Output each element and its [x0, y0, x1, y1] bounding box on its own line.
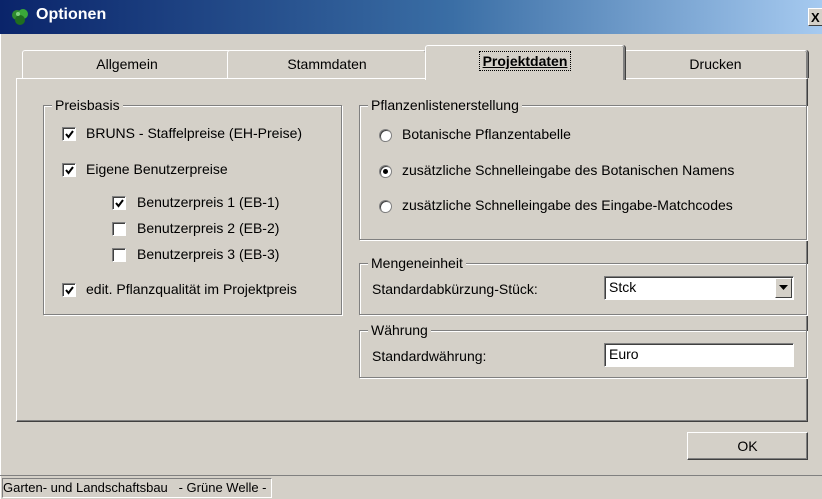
label-eigene-benutzerpreise[interactable]: Eigene Benutzerpreise	[86, 160, 228, 178]
group-waehrung-legend: Währung	[368, 321, 431, 339]
radio-schnelleingabe-botanischer-name[interactable]	[379, 165, 392, 178]
tab-projektdaten[interactable]: Projektdaten	[425, 45, 625, 80]
input-standardwaehrung[interactable]: Euro	[604, 343, 794, 367]
label-standardabkuerzung: Standardabkürzung-Stück:	[372, 281, 538, 297]
label-benutzerpreis-1[interactable]: Benutzerpreis 1 (EB-1)	[137, 193, 279, 211]
select-standardabkuerzung[interactable]: Stck	[604, 276, 794, 300]
checkbox-eigene-benutzerpreise[interactable]	[62, 163, 76, 177]
input-standardwaehrung-value: Euro	[609, 346, 639, 362]
tab-stammdaten[interactable]: Stammdaten	[227, 50, 427, 78]
group-mengeneinheit-legend: Mengeneinheit	[368, 254, 466, 272]
checkbox-benutzerpreis-2[interactable]	[112, 222, 126, 236]
plant-leaf-icon	[10, 7, 30, 27]
radio-schnelleingabe-matchcode[interactable]	[379, 200, 392, 213]
chevron-down-icon[interactable]	[775, 278, 792, 298]
close-icon[interactable]: X	[808, 8, 822, 26]
checkbox-edit-pflanzqualitaet[interactable]	[62, 283, 76, 297]
label-bruns-staffelpreise[interactable]: BRUNS - Staffelpreise (EH-Preise)	[86, 124, 302, 142]
status-text: Garten- und Landschaftsbau - Grüne Welle…	[2, 478, 272, 498]
label-schnelleingabe-botanischer-name[interactable]: zusätzliche Schnelleingabe des Botanisch…	[402, 161, 734, 179]
label-standardwaehrung: Standardwährung:	[372, 348, 487, 364]
label-schnelleingabe-matchcode[interactable]: zusätzliche Schnelleingabe des Eingabe-M…	[402, 196, 733, 214]
ok-button[interactable]: OK	[687, 432, 808, 460]
label-benutzerpreis-3[interactable]: Benutzerpreis 3 (EB-3)	[137, 245, 279, 263]
checkbox-benutzerpreis-3[interactable]	[112, 248, 126, 262]
window-border	[0, 34, 1, 499]
tab-allgemein[interactable]: Allgemein	[22, 50, 232, 78]
label-edit-pflanzqualitaet[interactable]: edit. Pflanzqualität im Projektpreis	[86, 280, 297, 298]
window-title: Optionen	[36, 6, 107, 23]
checkbox-benutzerpreis-1[interactable]	[112, 196, 126, 210]
label-benutzerpreis-2[interactable]: Benutzerpreis 2 (EB-2)	[137, 219, 279, 237]
title-bar[interactable]	[0, 0, 822, 34]
label-botanische-pflanzentabelle[interactable]: Botanische Pflanzentabelle	[402, 125, 571, 143]
radio-botanische-pflanzentabelle[interactable]	[379, 129, 392, 142]
select-standardabkuerzung-value: Stck	[609, 279, 637, 295]
group-pflanzenliste-legend: Pflanzenlistenerstellung	[368, 96, 522, 114]
tab-drucken[interactable]: Drucken	[623, 50, 808, 78]
group-preisbasis-legend: Preisbasis	[52, 96, 123, 114]
checkbox-bruns-staffelpreise[interactable]	[62, 127, 76, 141]
